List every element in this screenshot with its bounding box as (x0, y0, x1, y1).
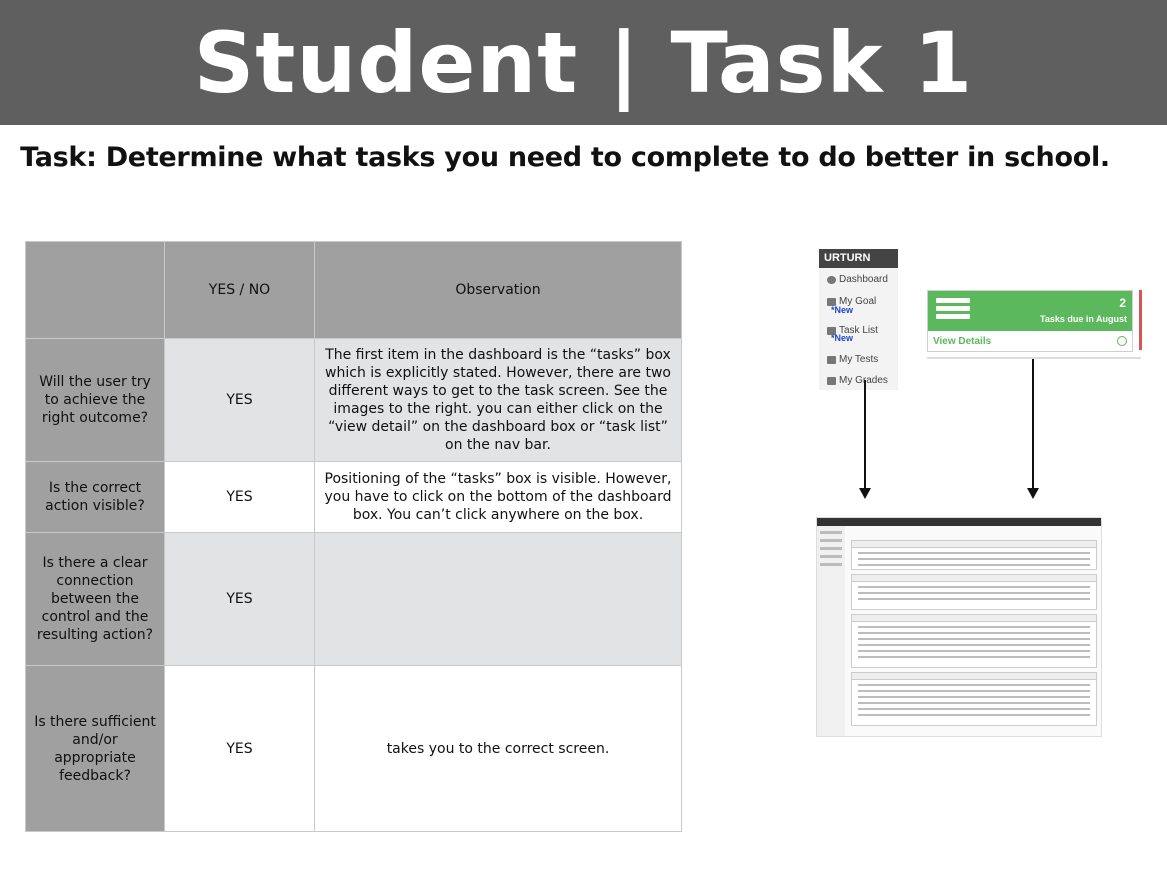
header-cell-blank (25, 241, 165, 339)
question-cell: Will the user try to achieve the right o… (25, 338, 165, 462)
nav-sidebar: Dashboard My Goal *New Task List *New My… (819, 268, 898, 390)
table-row: Is there a clear connection between the … (25, 532, 682, 666)
observation-cell: Positioning of the “tasks” box is visibl… (314, 461, 682, 533)
app-brand: URTURN (819, 249, 898, 268)
tasks-card-header: 2 Tasks due in August (928, 291, 1132, 331)
question-cell: Is the correct action visible? (25, 461, 165, 533)
dashboard-screenshot: URTURN Dashboard My Goal *New Task List … (813, 246, 1153, 746)
table-row: Is the correct action visible? YES Posit… (25, 461, 682, 533)
title-banner: Student | Task 1 (0, 0, 1167, 125)
view-details-link[interactable]: View Details (933, 336, 991, 347)
header-cell-observation: Observation (314, 241, 682, 339)
observation-cell: The first item in the dashboard is the “… (314, 338, 682, 462)
question-cell: Is there a clear connection between the … (25, 532, 165, 666)
bar-chart-icon (827, 355, 836, 364)
dashboard-icon (827, 275, 836, 284)
task-prompt: Task: Determine what tasks you need to c… (20, 142, 1110, 173)
nav-item-label: Dashboard (839, 274, 888, 285)
observation-cell: takes you to the correct screen. (314, 665, 682, 832)
arrow-down-right (1032, 359, 1034, 488)
question-cell: Is there sufficient and/or appropriate f… (25, 665, 165, 832)
answer-cell: YES (164, 532, 315, 666)
new-badge: *New (831, 333, 854, 343)
arrow-down-left (864, 380, 866, 488)
task-list-page-thumbnail (816, 517, 1102, 737)
nav-item-my-tests[interactable]: My Tests (827, 354, 878, 365)
table-row: Will the user try to achieve the right o… (25, 338, 682, 462)
book-icon (827, 376, 836, 385)
adjacent-card-edge (1139, 290, 1142, 350)
answer-cell: YES (164, 461, 315, 533)
arrow-head-icon (1027, 488, 1039, 499)
table-header-row: YES / NO Observation (25, 241, 682, 339)
task-stack-icon (936, 298, 970, 322)
new-badge: *New (831, 305, 854, 315)
observation-cell (314, 532, 682, 666)
nav-item-my-grades[interactable]: My Grades (827, 375, 888, 386)
tasks-due-label: Tasks due in August (1039, 314, 1127, 324)
evaluation-table: YES / NO Observation Will the user try t… (25, 241, 682, 832)
nav-item-label: My Tests (839, 354, 879, 365)
card-divider (927, 357, 1141, 359)
arrow-circle-icon[interactable] (1117, 336, 1127, 346)
slide-title: Student | Task 1 (193, 13, 974, 112)
table-row: Is there sufficient and/or appropriate f… (25, 665, 682, 832)
answer-cell: YES (164, 665, 315, 832)
arrow-head-icon (859, 488, 871, 499)
tasks-dashboard-card: 2 Tasks due in August View Details (927, 290, 1133, 352)
nav-item-dashboard[interactable]: Dashboard (827, 274, 888, 285)
answer-cell: YES (164, 338, 315, 462)
tasks-count: 2 (1119, 296, 1126, 310)
header-cell-yes-no: YES / NO (164, 241, 315, 339)
